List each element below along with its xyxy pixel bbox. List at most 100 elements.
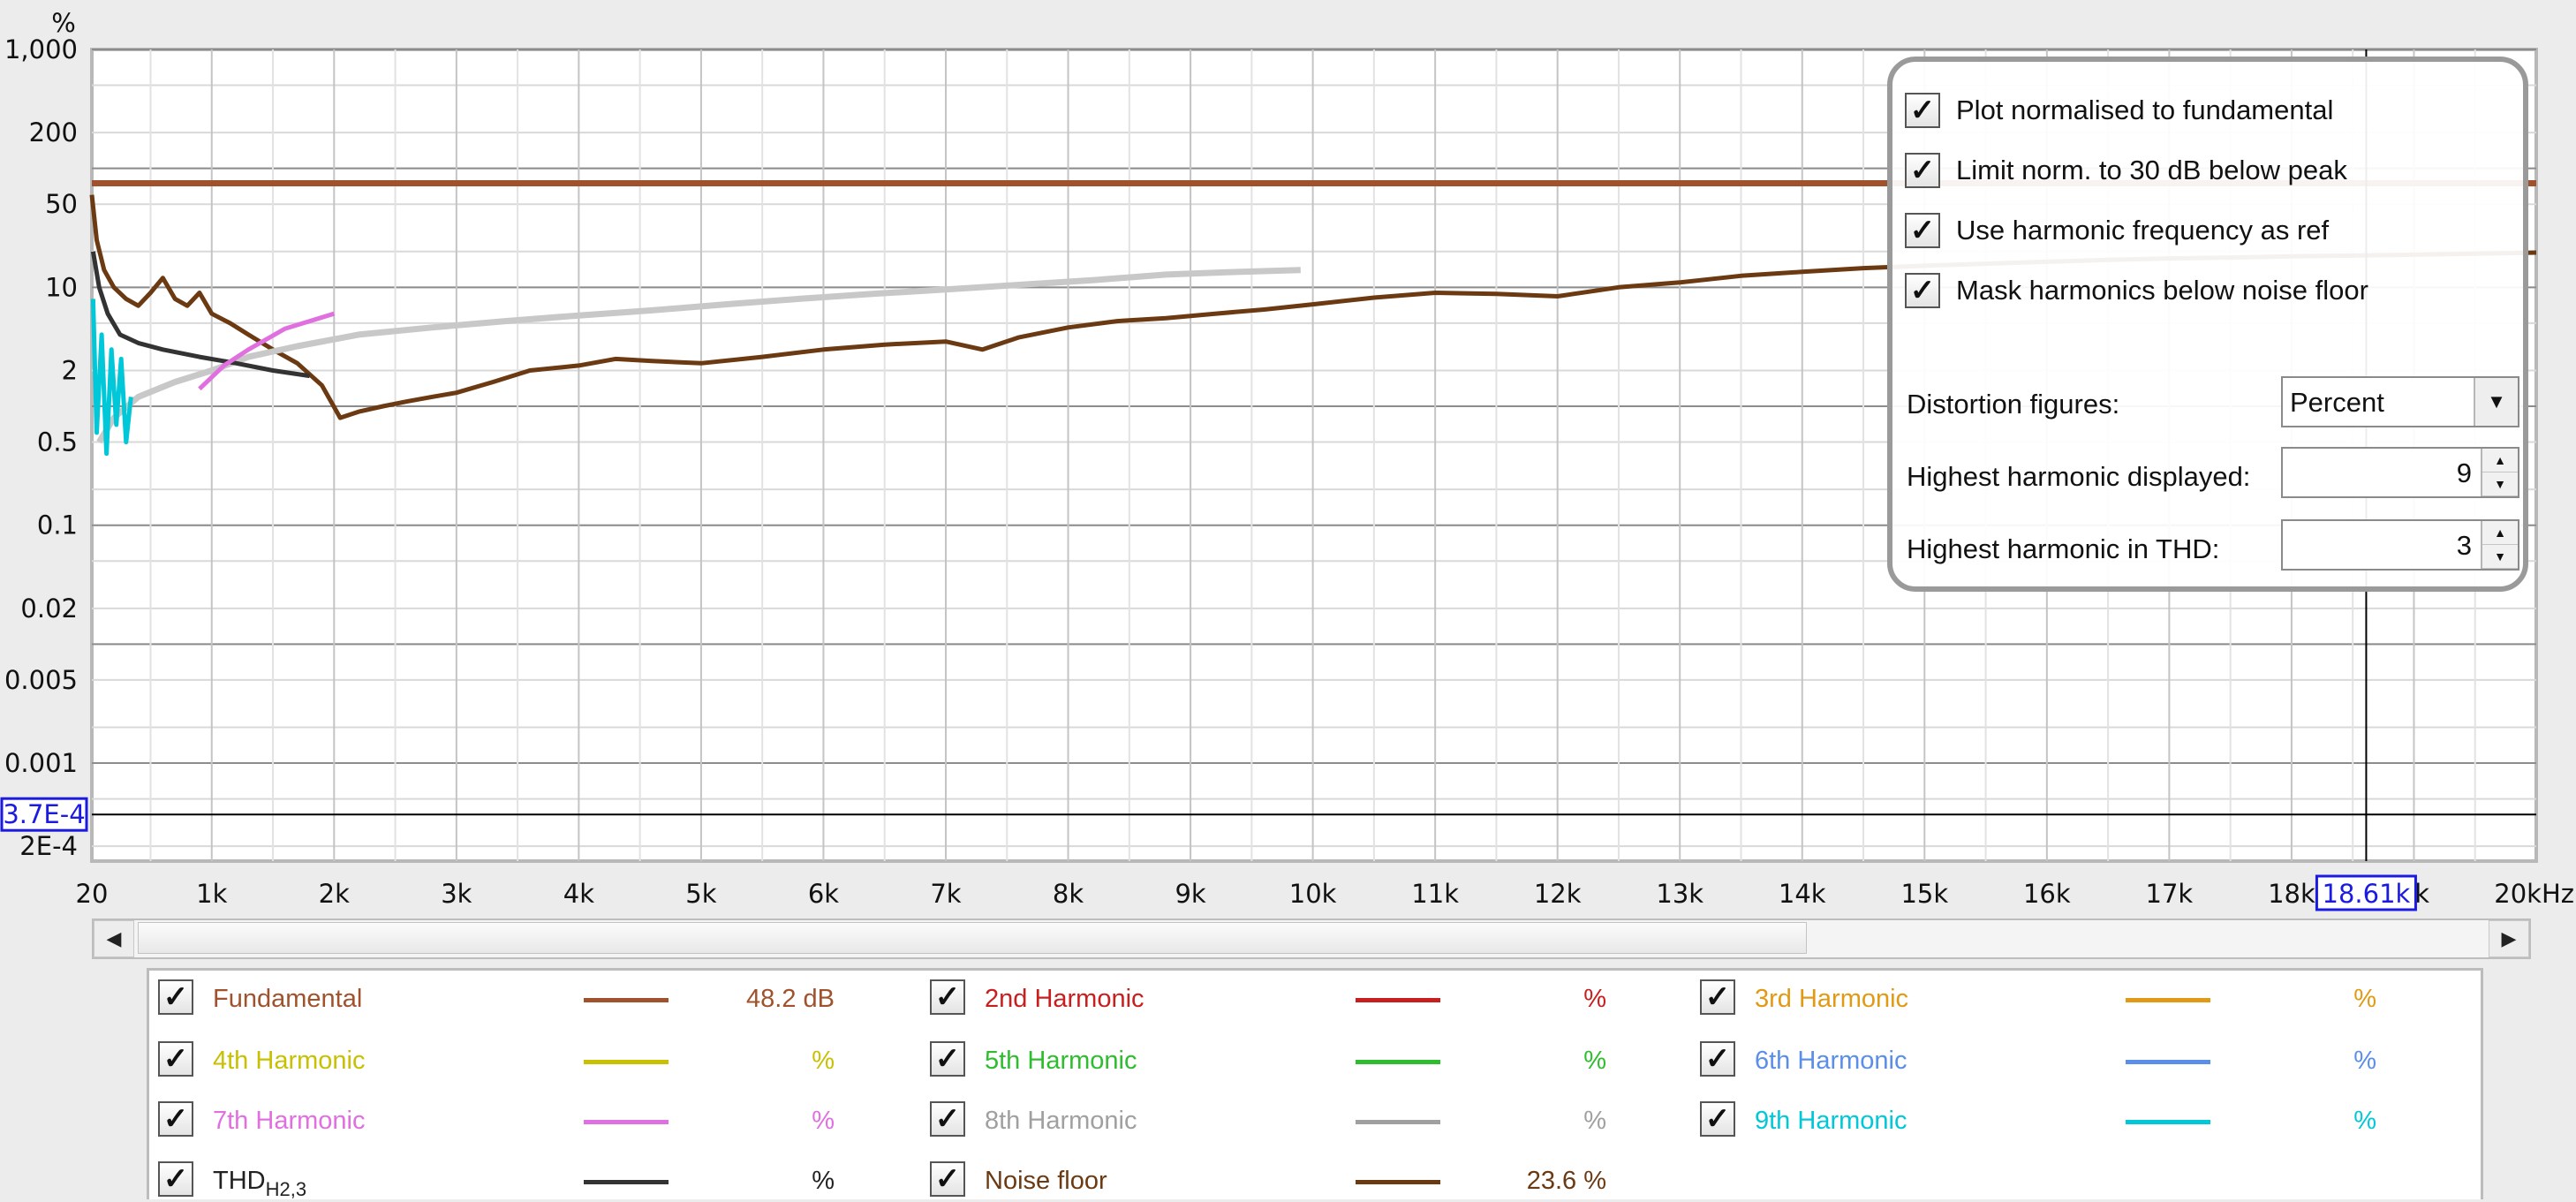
checkbox[interactable]: ✓ bbox=[158, 1101, 193, 1137]
checkbox[interactable]: ✓ bbox=[1905, 273, 1940, 308]
legend-line-swatch bbox=[584, 1060, 669, 1064]
legend-line-swatch bbox=[1356, 998, 1440, 1002]
x-tick-label: 11k bbox=[1411, 879, 1459, 909]
options-overlay-panel: ✓ Plot normalised to fundamental ✓ Limit… bbox=[1887, 57, 2528, 592]
legend-item-2nd-harmonic[interactable]: ✓ 2nd Harmonic% bbox=[930, 979, 1636, 1020]
checkbox[interactable]: ✓ bbox=[158, 1161, 193, 1197]
spin-down-icon[interactable]: ▼ bbox=[2482, 472, 2518, 496]
y-tick-label: 1,000 bbox=[4, 34, 78, 64]
x-tick-label: 6k bbox=[808, 879, 839, 909]
checkbox[interactable]: ✓ bbox=[1905, 213, 1940, 248]
option-limit-norm[interactable]: ✓ Limit norm. to 30 dB below peak bbox=[1905, 150, 2347, 191]
x-tick-label: 1k bbox=[196, 879, 227, 909]
legend-value: % bbox=[2353, 985, 2376, 1013]
scroll-left-button[interactable]: ◀ bbox=[94, 920, 134, 957]
option-label: Mask harmonics below noise floor bbox=[1956, 275, 2368, 306]
y-tick-label: 0.005 bbox=[4, 665, 78, 695]
legend-label-subscript: H2,3 bbox=[265, 1178, 307, 1200]
checkbox[interactable]: ✓ bbox=[930, 1041, 965, 1077]
legend-item-4th-harmonic[interactable]: ✓ 4th Harmonic% bbox=[158, 1041, 865, 1082]
checkbox[interactable]: ✓ bbox=[930, 1161, 965, 1197]
spin-up-icon[interactable]: ▲ bbox=[2482, 521, 2518, 545]
legend-line-swatch bbox=[2126, 998, 2210, 1002]
option-plot-normalised[interactable]: ✓ Plot normalised to fundamental bbox=[1905, 90, 2333, 131]
legend-item-8th-harmonic[interactable]: ✓ 8th Harmonic% bbox=[930, 1101, 1636, 1142]
x-tick-label: 16k bbox=[2023, 879, 2071, 909]
x-tick-label: 2k bbox=[319, 879, 350, 909]
x-tick-label: 9k bbox=[1175, 879, 1205, 909]
checkbox[interactable]: ✓ bbox=[1905, 93, 1940, 128]
legend-line-swatch bbox=[584, 1120, 669, 1124]
y-tick-label: 0.02 bbox=[20, 593, 78, 624]
stepper-value: 3 bbox=[2456, 530, 2472, 561]
legend-label: 5th Harmonic bbox=[985, 1047, 1137, 1075]
legend-line-swatch bbox=[584, 1180, 669, 1184]
y-tick-label: 2 bbox=[62, 355, 78, 385]
legend-value: % bbox=[812, 1167, 835, 1195]
legend-label: 9th Harmonic bbox=[1755, 1107, 1907, 1135]
x-tick-label: 5k bbox=[685, 879, 716, 909]
legend-value: % bbox=[2353, 1107, 2376, 1135]
option-mask-harmonics[interactable]: ✓ Mask harmonics below noise floor bbox=[1905, 270, 2368, 311]
y-tick-label: 0.001 bbox=[4, 748, 78, 778]
option-harmonic-frequency-ref[interactable]: ✓ Use harmonic frequency as ref bbox=[1905, 210, 2329, 251]
legend-item-6th-harmonic[interactable]: ✓ 6th Harmonic% bbox=[1700, 1041, 2406, 1082]
legend-value: % bbox=[812, 1107, 835, 1135]
x-tick-label: 15k bbox=[1900, 879, 1948, 909]
checkbox[interactable]: ✓ bbox=[1700, 1101, 1735, 1137]
cursor-x-readout: 18.61k bbox=[2323, 879, 2411, 909]
legend-line-swatch bbox=[2126, 1060, 2210, 1064]
option-label: Plot normalised to fundamental bbox=[1956, 94, 2334, 125]
legend-item-fundamental[interactable]: ✓ Fundamental 48.2 dB bbox=[158, 979, 865, 1020]
x-tick-label: 7k bbox=[930, 879, 961, 909]
legend-value: % bbox=[2353, 1047, 2376, 1075]
x-tick-label: 10k bbox=[1289, 879, 1337, 909]
legend-item-7th-harmonic[interactable]: ✓ 7th Harmonic% bbox=[158, 1101, 865, 1142]
stepper-value: 9 bbox=[2456, 457, 2472, 488]
checkbox[interactable]: ✓ bbox=[930, 979, 965, 1015]
checkbox[interactable]: ✓ bbox=[1700, 979, 1735, 1015]
checkbox[interactable]: ✓ bbox=[158, 1041, 193, 1077]
x-tick-label: 8k bbox=[1053, 879, 1084, 909]
legend-item-noise-floor[interactable]: ✓ Noise floor 23.6 % bbox=[930, 1161, 1636, 1202]
checkbox[interactable]: ✓ bbox=[1700, 1041, 1735, 1077]
x-tick-label: 12k bbox=[1534, 879, 1582, 909]
legend-label: 8th Harmonic bbox=[985, 1107, 1137, 1135]
legend-label: THDH2,3 bbox=[213, 1167, 307, 1200]
highest-harmonic-thd-label: Highest harmonic in THD: bbox=[1907, 533, 2220, 564]
spin-up-icon[interactable]: ▲ bbox=[2482, 449, 2518, 472]
checkbox[interactable]: ✓ bbox=[930, 1101, 965, 1137]
highest-harmonic-thd-stepper[interactable]: 3 ▲ ▼ bbox=[2281, 519, 2519, 571]
scroll-right-button[interactable]: ▶ bbox=[2489, 920, 2529, 957]
x-tick-label: 20 bbox=[76, 879, 109, 909]
legend-label: Fundamental bbox=[213, 985, 363, 1013]
dropdown-value: Percent bbox=[2290, 387, 2384, 418]
y-tick-label: 50 bbox=[45, 189, 78, 219]
horizontal-scrollbar[interactable]: ◀ ▶ bbox=[92, 919, 2531, 959]
legend-value: % bbox=[812, 1047, 835, 1075]
scrollbar-thumb[interactable] bbox=[138, 922, 1807, 954]
legend-item-9th-harmonic[interactable]: ✓ 9th Harmonic% bbox=[1700, 1101, 2406, 1142]
y-tick-label: 0.5 bbox=[37, 427, 78, 457]
legend-value: % bbox=[1583, 1107, 1606, 1135]
option-label: Limit norm. to 30 dB below peak bbox=[1956, 155, 2347, 185]
x-tick-label: 13k bbox=[1656, 879, 1703, 909]
legend-line-swatch bbox=[1356, 1060, 1440, 1064]
legend-item-3rd-harmonic[interactable]: ✓ 3rd Harmonic% bbox=[1700, 979, 2406, 1020]
distortion-figures-dropdown[interactable]: Percent ▼ bbox=[2281, 376, 2519, 427]
spin-down-icon[interactable]: ▼ bbox=[2482, 545, 2518, 569]
y-axis-unit: % bbox=[51, 8, 76, 38]
checkbox[interactable]: ✓ bbox=[158, 979, 193, 1015]
legend-value: 23.6 % bbox=[1526, 1167, 1606, 1195]
x-tick-label: 18k bbox=[2268, 879, 2315, 909]
legend-item-5th-harmonic[interactable]: ✓ 5th Harmonic% bbox=[930, 1041, 1636, 1082]
y-tick-label: 200 bbox=[29, 117, 78, 147]
distortion-figures-label: Distortion figures: bbox=[1907, 389, 2120, 420]
checkbox[interactable]: ✓ bbox=[1905, 153, 1940, 188]
x-tick-label: 20kHz bbox=[2494, 879, 2574, 909]
highest-harmonic-displayed-stepper[interactable]: 9 ▲ ▼ bbox=[2281, 447, 2519, 498]
chevron-down-icon[interactable]: ▼ bbox=[2474, 378, 2518, 426]
legend-line-swatch bbox=[2126, 1120, 2210, 1124]
legend-item-thd[interactable]: ✓ THDH2,3% bbox=[158, 1161, 865, 1202]
legend-label: 6th Harmonic bbox=[1755, 1047, 1907, 1075]
